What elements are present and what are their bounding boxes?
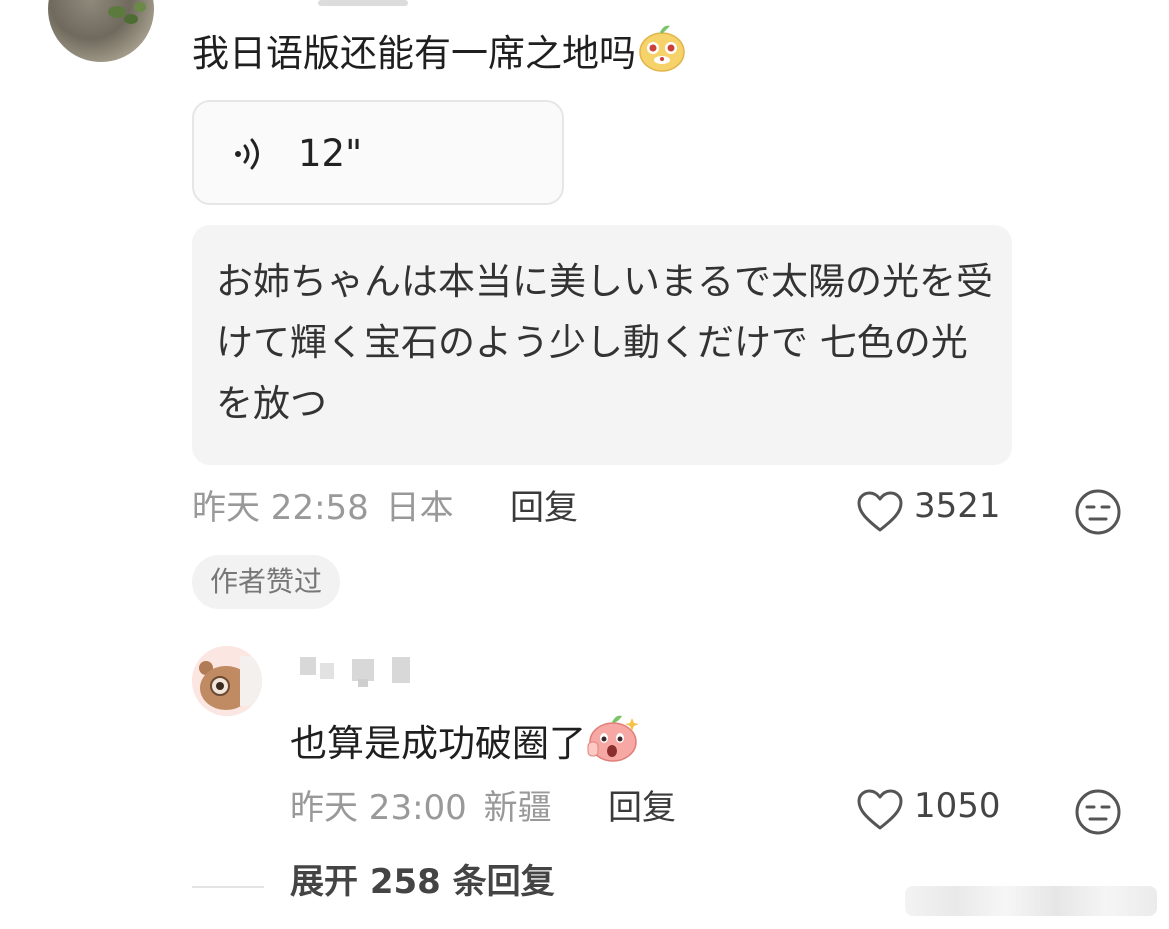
voice-duration: 12" — [298, 132, 363, 175]
reply-button[interactable]: 回复 — [510, 484, 578, 532]
reply-like-count: 1050 — [914, 786, 1001, 826]
pear-emoji-icon — [636, 22, 688, 89]
expand-replies-button[interactable]: 展开 258 条回复 — [290, 858, 555, 906]
author-liked-badge: 作者赞过 — [192, 555, 341, 609]
reply-to-reply-button[interactable]: 回复 — [608, 784, 676, 832]
reply-time: 昨天 23:00 — [290, 788, 467, 828]
unamused-face-icon[interactable] — [1074, 488, 1122, 536]
voice-message-bubble[interactable]: 12" — [192, 100, 564, 205]
reply-text: 也算是成功破圈了 — [290, 712, 640, 779]
comment-text: 我日语版还能有一席之地吗 — [192, 22, 688, 89]
watermark-blurred — [905, 886, 1157, 916]
reply-meta: 昨天 23:00 新疆 — [290, 784, 552, 832]
reply-username-blurred — [300, 655, 415, 687]
voice-transcript-text: お姉ちゃんは本当に美しいまるで太陽の光を受けて輝く宝石のよう少し動くだけで 七色… — [216, 260, 993, 425]
unamused-face-icon[interactable] — [1074, 788, 1122, 836]
reply-location: 新疆 — [483, 788, 552, 828]
expand-divider — [192, 886, 264, 888]
like-count: 3521 — [914, 486, 1001, 526]
reply-avatar[interactable] — [192, 646, 262, 716]
voice-wave-icon — [235, 138, 259, 170]
comment-body: 我日语版还能有一席之地吗 — [192, 32, 636, 75]
heart-icon[interactable] — [856, 788, 904, 832]
commenter-name-blurred — [318, 0, 408, 6]
heart-icon[interactable] — [856, 490, 904, 534]
peach-emoji-icon — [586, 712, 640, 779]
commenter-avatar[interactable] — [48, 0, 154, 62]
comment-location: 日本 — [385, 488, 454, 528]
reply-body: 也算是成功破圈了 — [290, 722, 586, 765]
voice-transcript-box: お姉ちゃんは本当に美しいまるで太陽の光を受けて輝く宝石のよう少し動くだけで 七色… — [192, 225, 1012, 465]
comment-time: 昨天 22:58 — [192, 488, 369, 528]
comment-meta: 昨天 22:58 日本 — [192, 484, 454, 532]
